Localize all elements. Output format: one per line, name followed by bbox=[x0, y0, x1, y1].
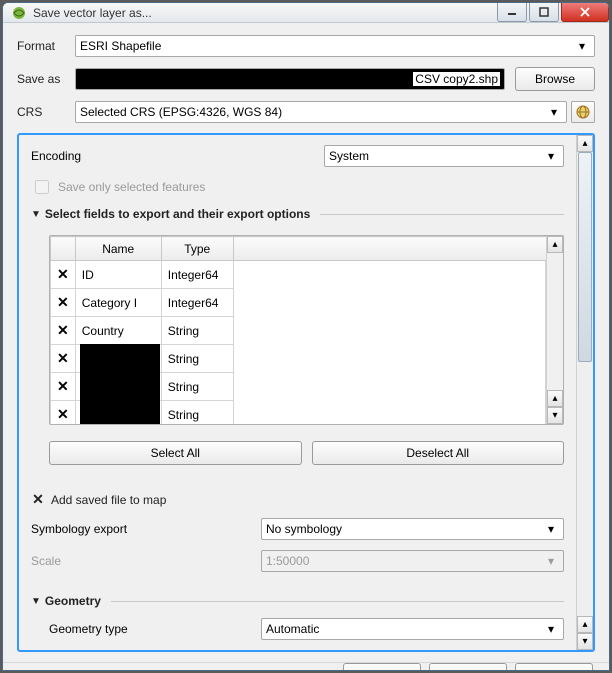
titlebar[interactable]: Save vector layer as... bbox=[3, 3, 609, 23]
scale-combo: 1:50000 ▾ bbox=[261, 550, 564, 572]
scroll-down-icon[interactable]: ▾ bbox=[547, 407, 563, 424]
chevron-down-icon: ▾ bbox=[543, 622, 559, 636]
format-value: ESRI Shapefile bbox=[80, 39, 161, 53]
chevron-down-icon: ▾ bbox=[546, 105, 562, 119]
geometry-type-combo[interactable]: Automatic ▾ bbox=[261, 618, 564, 640]
encoding-combo[interactable]: System ▾ bbox=[324, 145, 564, 167]
format-label: Format bbox=[17, 39, 75, 53]
crs-value: Selected CRS (EPSG:4326, WGS 84) bbox=[80, 105, 282, 119]
crs-row: CRS Selected CRS (EPSG:4326, WGS 84) ▾ bbox=[17, 101, 595, 123]
encoding-value: System bbox=[329, 149, 369, 163]
scale-label: Scale bbox=[31, 554, 261, 568]
fields-table[interactable]: Name Type ✕IDInteger64 ✕Category IIntege… bbox=[50, 236, 546, 424]
browse-button[interactable]: Browse bbox=[515, 67, 595, 91]
chevron-down-icon: ▾ bbox=[574, 39, 590, 53]
chevron-down-icon: ▾ bbox=[543, 522, 559, 536]
save-only-selected-checkbox: Save only selected features bbox=[31, 177, 564, 197]
main-scrollbar[interactable]: ▴ ▴ ▾ bbox=[576, 135, 593, 650]
row-check[interactable]: ✕ bbox=[51, 317, 76, 345]
collapse-icon: ▼ bbox=[31, 209, 41, 220]
row-check[interactable]: ✕ bbox=[51, 289, 76, 317]
redacted-block bbox=[80, 344, 160, 424]
symbology-label: Symbology export bbox=[31, 522, 261, 536]
chevron-down-icon: ▾ bbox=[543, 554, 559, 568]
options-scroll-area: Encoding System ▾ Save only selected fea… bbox=[17, 133, 595, 652]
dialog-footer: OK Cancel Help bbox=[3, 662, 609, 671]
row-check[interactable]: ✕ bbox=[51, 261, 76, 289]
crs-combo[interactable]: Selected CRS (EPSG:4326, WGS 84) ▾ bbox=[75, 101, 567, 123]
table-header-row: Name Type bbox=[51, 237, 546, 261]
deselect-all-button[interactable]: Deselect All bbox=[312, 441, 565, 465]
app-icon bbox=[11, 5, 27, 21]
help-button[interactable]: Help bbox=[515, 663, 593, 671]
scroll-up-icon2[interactable]: ▴ bbox=[547, 390, 563, 407]
fields-table-scrollbar[interactable]: ▴ ▴ ▾ bbox=[546, 236, 563, 424]
encoding-label: Encoding bbox=[31, 149, 81, 163]
collapse-icon: ▼ bbox=[31, 596, 41, 607]
add-to-map-checkbox[interactable]: ✕ Add saved file to map bbox=[31, 491, 564, 508]
symbology-row: Symbology export No symbology ▾ bbox=[31, 518, 564, 540]
globe-icon bbox=[575, 104, 591, 120]
scrollbar-thumb[interactable] bbox=[578, 152, 592, 362]
window-title: Save vector layer as... bbox=[33, 6, 497, 20]
select-all-button[interactable]: Select All bbox=[49, 441, 302, 465]
scroll-down-icon[interactable]: ▾ bbox=[577, 633, 593, 650]
close-button[interactable] bbox=[561, 2, 609, 22]
save-vector-layer-dialog: Save vector layer as... Format ESRI Shap… bbox=[2, 2, 610, 671]
fields-group-header[interactable]: ▼ Select fields to export and their expo… bbox=[31, 207, 564, 221]
geometry-type-label: Geometry type bbox=[49, 622, 261, 636]
saveas-path-tail: CSV copy2.shp bbox=[413, 72, 500, 86]
saveas-label: Save as bbox=[17, 72, 75, 86]
saveas-row: Save as CSV copy2.shp Browse bbox=[17, 67, 595, 91]
crs-picker-button[interactable] bbox=[571, 101, 595, 123]
format-combo[interactable]: ESRI Shapefile ▾ bbox=[75, 35, 595, 57]
col-type[interactable]: Type bbox=[161, 237, 233, 261]
scroll-up-icon[interactable]: ▴ bbox=[547, 236, 563, 253]
save-only-selected-input bbox=[35, 180, 49, 194]
table-row[interactable]: ✕IDInteger64 bbox=[51, 261, 546, 289]
encoding-row: Encoding System ▾ bbox=[31, 145, 564, 167]
scroll-up-icon2[interactable]: ▴ bbox=[577, 616, 593, 633]
row-check[interactable]: ✕ bbox=[51, 345, 76, 373]
scroll-up-icon[interactable]: ▴ bbox=[577, 135, 593, 152]
symbology-combo[interactable]: No symbology ▾ bbox=[261, 518, 564, 540]
format-row: Format ESRI Shapefile ▾ bbox=[17, 35, 595, 57]
col-name[interactable]: Name bbox=[75, 237, 161, 261]
maximize-button[interactable] bbox=[529, 2, 559, 22]
geometry-type-row: Geometry type Automatic ▾ bbox=[49, 618, 564, 640]
saveas-input[interactable]: CSV copy2.shp bbox=[75, 68, 505, 90]
minimize-button[interactable] bbox=[497, 2, 527, 22]
geometry-group-header[interactable]: ▼ Geometry bbox=[31, 594, 564, 608]
checked-icon: ✕ bbox=[31, 491, 45, 508]
row-check[interactable]: ✕ bbox=[51, 373, 76, 401]
scale-row: Scale 1:50000 ▾ bbox=[31, 550, 564, 572]
chevron-down-icon: ▾ bbox=[543, 149, 559, 163]
cancel-button[interactable]: Cancel bbox=[429, 663, 507, 671]
fields-table-wrap: Name Type ✕IDInteger64 ✕Category IIntege… bbox=[49, 235, 564, 425]
row-check[interactable]: ✕ bbox=[51, 401, 76, 425]
ok-button[interactable]: OK bbox=[343, 663, 421, 671]
crs-label: CRS bbox=[17, 105, 75, 119]
